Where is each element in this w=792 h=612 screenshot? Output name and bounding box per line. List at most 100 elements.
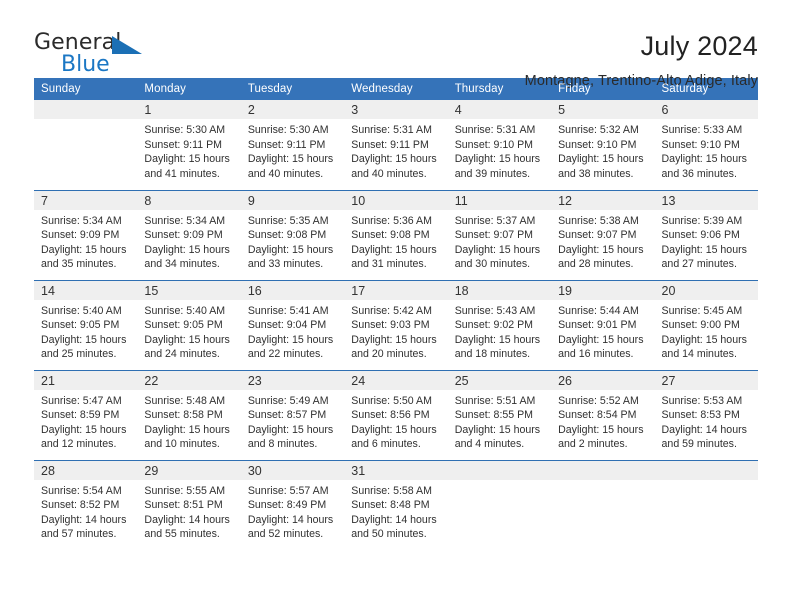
- calendar-day-cell[interactable]: 25 Sunrise: 5:51 AM Sunset: 8:55 PM Dayligh…: [447, 369, 552, 460]
- day-details: Sunrise: 5:51 AM Sunset: 8:55 PM Daylight:…: [448, 390, 551, 452]
- sunset-time: Sunset: 9:08 PM: [247, 229, 327, 242]
- sunrise-time: Sunrise: 5:33 AM: [661, 124, 743, 136]
- day-details: Sunrise: 5:57 AM Sunset: 8:49 PM Daylight:…: [241, 480, 344, 542]
- daylight-duration-line2: and 50 minutes.: [351, 528, 427, 541]
- daylight-duration-line1: Daylight: 15 hours: [144, 153, 230, 166]
- daylight-duration-line1: Daylight: 15 hours: [247, 333, 334, 346]
- calendar-day-cell[interactable]: 19 Sunrise: 5:44 AM Sunset: 9:01 PM Dayligh…: [551, 279, 655, 370]
- daylight-duration-line2: and 12 minutes.: [41, 438, 117, 451]
- sunrise-time: Sunrise: 5:55 AM: [144, 484, 226, 497]
- daylight-duration-line1: Daylight: 15 hours: [454, 423, 541, 436]
- calendar-day-cell[interactable]: 10 Sunrise: 5:36 AM Sunset: 9:08 PM Dayligh…: [344, 189, 448, 280]
- calendar-day-cell[interactable]: 21 Sunrise: 5:47 AM Sunset: 8:59 PM Dayligh…: [34, 369, 138, 460]
- daylight-duration-line1: Daylight: 15 hours: [558, 333, 644, 346]
- sunrise-time: Sunrise: 5:40 AM: [41, 304, 122, 317]
- sunrise-time: Sunrise: 5:45 AM: [661, 304, 743, 317]
- daylight-duration-line2: and 24 minutes.: [144, 348, 220, 361]
- calendar-day-cell[interactable]: 6 Sunrise: 5:33 AM Sunset: 9:10 PM Daylight…: [654, 100, 758, 190]
- day-number: 31: [344, 460, 448, 480]
- daylight-duration-line1: Daylight: 15 hours: [144, 243, 230, 256]
- day-details: Sunrise: 5:52 AM Sunset: 8:54 PM Daylight:…: [551, 390, 654, 452]
- calendar-day-cell[interactable]: 3 Sunrise: 5:31 AM Sunset: 9:11 PM Daylight…: [344, 100, 448, 190]
- day-cell-content: 18 Sunrise: 5:43 AM Sunset: 9:02 PM Dayligh…: [447, 280, 552, 370]
- daylight-duration-line1: Daylight: 15 hours: [144, 423, 230, 436]
- sunset-time: Sunset: 8:49 PM: [247, 499, 327, 512]
- calendar-day-cell[interactable]: 13 Sunrise: 5:39 AM Sunset: 9:06 PM Dayligh…: [654, 189, 758, 280]
- calendar-day-cell: [551, 459, 655, 551]
- calendar-day-cell[interactable]: 12 Sunrise: 5:38 AM Sunset: 9:07 PM Dayligh…: [551, 189, 655, 280]
- daylight-duration-line2: and 35 minutes.: [41, 258, 117, 271]
- calendar-day-cell[interactable]: 14 Sunrise: 5:40 AM Sunset: 9:05 PM Dayligh…: [34, 279, 138, 370]
- calendar-day-cell[interactable]: 11 Sunrise: 5:37 AM Sunset: 9:07 PM Dayligh…: [447, 189, 552, 280]
- calendar-day-cell[interactable]: 17 Sunrise: 5:42 AM Sunset: 9:03 PM Dayligh…: [344, 279, 448, 370]
- calendar-day-cell[interactable]: 22 Sunrise: 5:48 AM Sunset: 8:58 PM Dayligh…: [137, 369, 241, 460]
- daylight-duration-line2: and 20 minutes.: [351, 348, 427, 361]
- sunset-time: Sunset: 9:10 PM: [454, 138, 534, 151]
- calendar-day-cell[interactable]: 8 Sunrise: 5:34 AM Sunset: 9:09 PM Daylight…: [137, 189, 241, 280]
- daylight-duration-line1: Daylight: 14 hours: [351, 513, 437, 526]
- calendar-day-cell[interactable]: 15 Sunrise: 5:40 AM Sunset: 9:05 PM Dayligh…: [137, 279, 241, 370]
- calendar-day-cell[interactable]: 26 Sunrise: 5:52 AM Sunset: 8:54 PM Dayligh…: [551, 369, 655, 460]
- sunset-time: Sunset: 9:07 PM: [558, 229, 637, 242]
- day-cell-content: 2 Sunrise: 5:30 AM Sunset: 9:11 PM Daylight…: [240, 100, 345, 190]
- sunrise-time: Sunrise: 5:57 AM: [247, 484, 329, 497]
- day-details: Sunrise: 5:31 AM Sunset: 9:10 PM Daylight:…: [448, 119, 551, 181]
- day-cell-content: 19 Sunrise: 5:44 AM Sunset: 9:01 PM Dayligh…: [551, 280, 655, 370]
- day-details: Sunrise: 5:36 AM Sunset: 9:08 PM Daylight:…: [344, 210, 447, 272]
- day-cell-content: 11 Sunrise: 5:37 AM Sunset: 9:07 PM Dayligh…: [447, 190, 552, 280]
- sunset-time: Sunset: 9:00 PM: [661, 319, 740, 332]
- day-cell-content: 22 Sunrise: 5:48 AM Sunset: 8:58 PM Dayligh…: [137, 370, 241, 460]
- calendar-day-cell[interactable]: 27 Sunrise: 5:53 AM Sunset: 8:53 PM Dayligh…: [654, 369, 758, 460]
- calendar-day-cell[interactable]: 7 Sunrise: 5:34 AM Sunset: 9:09 PM Daylight…: [34, 189, 138, 280]
- calendar-day-cell[interactable]: 31 Sunrise: 5:58 AM Sunset: 8:48 PM Dayligh…: [344, 459, 448, 550]
- daylight-duration-line1: Daylight: 15 hours: [454, 243, 541, 256]
- day-number: [34, 100, 138, 119]
- day-cell-content: 28 Sunrise: 5:54 AM Sunset: 8:52 PM Dayligh…: [34, 460, 138, 551]
- general-blue-logo: General Blue: [34, 30, 164, 86]
- sunrise-time: Sunrise: 5:30 AM: [247, 124, 329, 136]
- day-number: 23: [240, 370, 345, 390]
- daylight-duration-line2: and 41 minutes.: [144, 167, 220, 180]
- calendar-day-cell: [654, 459, 758, 551]
- sunrise-time: Sunrise: 5:36 AM: [351, 214, 432, 227]
- daylight-duration-line2: and 10 minutes.: [144, 438, 220, 451]
- day-details: Sunrise: 5:42 AM Sunset: 9:03 PM Daylight:…: [344, 300, 447, 362]
- sunset-time: Sunset: 9:09 PM: [144, 229, 223, 242]
- day-details: Sunrise: 5:50 AM Sunset: 8:56 PM Daylight:…: [344, 390, 447, 452]
- day-cell-content: [654, 460, 758, 551]
- daylight-duration-line2: and 8 minutes.: [247, 438, 318, 451]
- sunrise-time: Sunrise: 5:32 AM: [558, 124, 639, 136]
- daylight-duration-line1: Daylight: 15 hours: [661, 333, 747, 346]
- calendar-day-cell[interactable]: 20 Sunrise: 5:45 AM Sunset: 9:00 PM Dayligh…: [654, 279, 758, 370]
- day-cell-content: [551, 460, 655, 551]
- calendar-day-cell[interactable]: 9 Sunrise: 5:35 AM Sunset: 9:08 PM Daylight…: [240, 189, 345, 280]
- calendar-day-cell[interactable]: 30 Sunrise: 5:57 AM Sunset: 8:49 PM Dayligh…: [240, 459, 345, 550]
- day-details: Sunrise: 5:48 AM Sunset: 8:58 PM Daylight:…: [137, 390, 240, 452]
- day-details: Sunrise: 5:34 AM Sunset: 9:09 PM Daylight:…: [34, 210, 137, 272]
- calendar-day-cell[interactable]: 2 Sunrise: 5:30 AM Sunset: 9:11 PM Daylight…: [240, 100, 345, 190]
- calendar-day-cell[interactable]: 4 Sunrise: 5:31 AM Sunset: 9:10 PM Daylight…: [447, 100, 552, 190]
- daylight-duration-line2: and 18 minutes.: [454, 348, 531, 361]
- calendar-day-cell[interactable]: 24 Sunrise: 5:50 AM Sunset: 8:56 PM Dayligh…: [344, 369, 448, 460]
- calendar-day-cell[interactable]: 28 Sunrise: 5:54 AM Sunset: 8:52 PM Dayligh…: [34, 459, 138, 551]
- daylight-duration-line1: Daylight: 15 hours: [558, 153, 644, 166]
- calendar-day-cell[interactable]: 18 Sunrise: 5:43 AM Sunset: 9:02 PM Dayligh…: [447, 279, 552, 370]
- calendar-day-cell[interactable]: 23 Sunrise: 5:49 AM Sunset: 8:57 PM Dayligh…: [240, 369, 345, 460]
- day-number: [551, 460, 655, 480]
- day-details: Sunrise: 5:31 AM Sunset: 9:11 PM Daylight:…: [344, 119, 447, 181]
- day-number: 12: [551, 190, 655, 210]
- calendar-day-cell[interactable]: 16 Sunrise: 5:41 AM Sunset: 9:04 PM Dayligh…: [240, 279, 345, 370]
- calendar-day-cell[interactable]: 29 Sunrise: 5:55 AM Sunset: 8:51 PM Dayligh…: [137, 459, 241, 550]
- day-number: [654, 460, 758, 480]
- day-cell-content: 7 Sunrise: 5:34 AM Sunset: 9:09 PM Daylight…: [34, 190, 138, 280]
- sunrise-time: Sunrise: 5:37 AM: [454, 214, 536, 227]
- calendar-day-cell[interactable]: 5 Sunrise: 5:32 AM Sunset: 9:10 PM Daylight…: [551, 100, 655, 190]
- day-details: [655, 480, 758, 484]
- day-details: Sunrise: 5:54 AM Sunset: 8:52 PM Daylight:…: [34, 480, 137, 542]
- day-details: Sunrise: 5:45 AM Sunset: 9:00 PM Daylight:…: [655, 300, 758, 362]
- calendar-day-cell[interactable]: 1 Sunrise: 5:30 AM Sunset: 9:11 PM Daylight…: [137, 100, 241, 190]
- day-cell-content: 26 Sunrise: 5:52 AM Sunset: 8:54 PM Dayligh…: [551, 370, 655, 460]
- day-number: 10: [344, 190, 448, 210]
- daylight-duration-line2: and 40 minutes.: [351, 167, 427, 180]
- day-number: 26: [551, 370, 655, 390]
